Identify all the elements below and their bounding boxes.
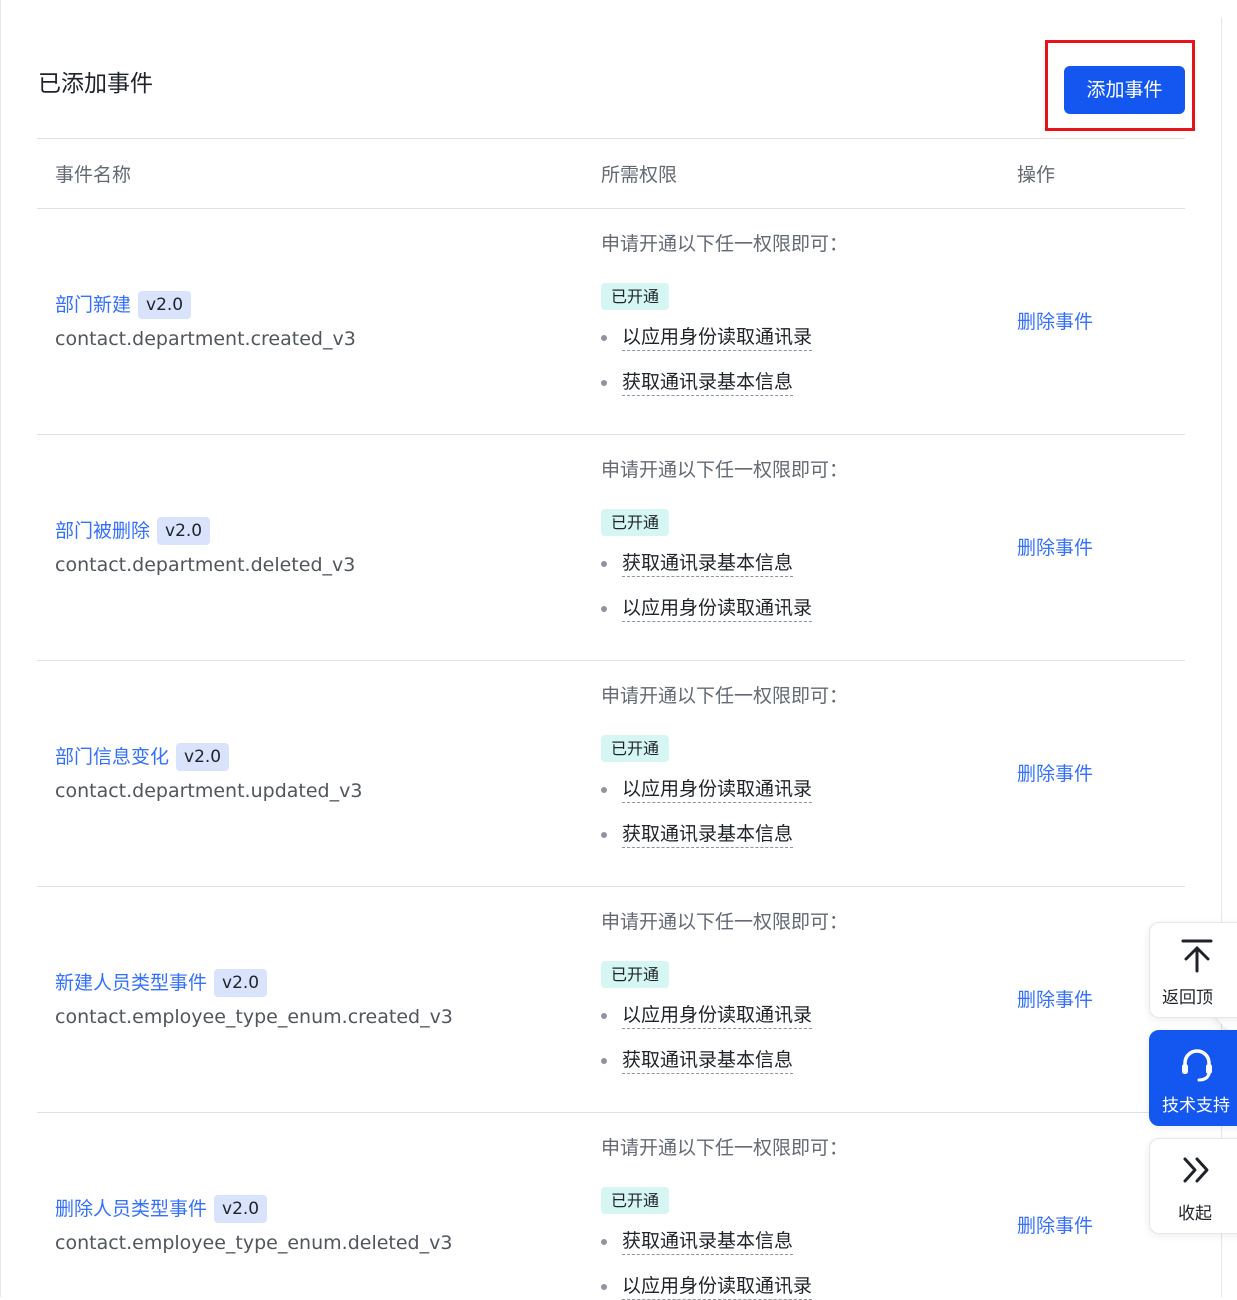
delete-event-link[interactable]: 删除事件: [1017, 760, 1093, 788]
permission-link[interactable]: 以应用身份读取通讯录: [622, 1002, 813, 1029]
permission-hint: 申请开通以下任一权限即可：: [601, 233, 849, 255]
event-name-link[interactable]: 部门信息变化: [55, 743, 169, 771]
permission-hint: 申请开通以下任一权限即可：: [601, 911, 849, 933]
table-row: 删除人员类型事件 v2.0 contact.employee_type_enum…: [0, 1113, 1221, 1300]
event-name-cell: 部门新建 v2.0: [55, 291, 192, 319]
bullet-icon: [601, 560, 607, 567]
version-badge: v2.0: [214, 969, 268, 997]
bullet-icon: [601, 1238, 607, 1245]
permission-hint: 申请开通以下任一权限即可：: [601, 459, 849, 481]
collapse-button[interactable]: 收起: [1149, 1138, 1237, 1234]
status-badge: 已开通: [601, 961, 670, 988]
status-badge: 已开通: [601, 509, 670, 536]
header-permission: 所需权限: [601, 164, 678, 186]
bullet-icon: [601, 334, 607, 341]
permission-item: 获取通讯录基本信息: [601, 550, 794, 577]
permission-item: 以应用身份读取通讯录: [601, 1002, 813, 1029]
double-chevron-right-icon: [1183, 1157, 1209, 1183]
bullet-icon: [601, 379, 607, 386]
delete-event-link[interactable]: 删除事件: [1017, 534, 1093, 562]
event-name-cell: 删除人员类型事件 v2.0: [55, 1195, 268, 1223]
status-badge: 已开通: [601, 735, 670, 762]
table-row: 部门信息变化 v2.0 contact.department.updated_v…: [0, 661, 1221, 887]
bullet-icon: [601, 1283, 607, 1290]
bullet-icon: [601, 831, 607, 838]
event-key: contact.employee_type_enum.created_v3: [55, 1006, 453, 1028]
table-row: 部门新建 v2.0 contact.department.created_v3 …: [0, 209, 1221, 435]
permission-item: 获取通讯录基本信息: [601, 369, 794, 396]
header-event-name: 事件名称: [55, 164, 132, 186]
event-name-cell: 部门被删除 v2.0: [55, 517, 211, 545]
headset-icon: [1182, 1049, 1212, 1082]
event-name-link[interactable]: 部门被删除: [55, 517, 150, 545]
delete-event-link[interactable]: 删除事件: [1017, 1212, 1093, 1240]
status-badge: 已开通: [601, 283, 670, 310]
arrow-up-to-line-icon: [1181, 939, 1213, 973]
event-key: contact.department.deleted_v3: [55, 554, 356, 576]
back-to-top-label: 返回顶: [1162, 988, 1213, 1008]
permission-link[interactable]: 以应用身份读取通讯录: [622, 324, 813, 351]
back-to-top-button[interactable]: 返回顶: [1149, 922, 1237, 1018]
permission-link[interactable]: 以应用身份读取通讯录: [622, 1273, 813, 1300]
bullet-icon: [601, 1012, 607, 1019]
event-name-link[interactable]: 新建人员类型事件: [55, 969, 207, 997]
permission-link[interactable]: 获取通讯录基本信息: [622, 821, 794, 848]
permission-hint: 申请开通以下任一权限即可：: [601, 685, 849, 707]
table-row: 部门被删除 v2.0 contact.department.deleted_v3…: [0, 435, 1221, 661]
permission-item: 获取通讯录基本信息: [601, 821, 794, 848]
permission-item: 以应用身份读取通讯录: [601, 324, 813, 351]
bullet-icon: [601, 786, 607, 793]
event-name-link[interactable]: 删除人员类型事件: [55, 1195, 207, 1223]
collapse-label: 收起: [1178, 1204, 1212, 1224]
permission-item: 以应用身份读取通讯录: [601, 776, 813, 803]
permission-item: 以应用身份读取通讯录: [601, 595, 813, 622]
event-name-link[interactable]: 部门新建: [55, 291, 131, 319]
event-key: contact.department.updated_v3: [55, 780, 363, 802]
permission-link[interactable]: 获取通讯录基本信息: [622, 1047, 794, 1074]
table-row: 新建人员类型事件 v2.0 contact.employee_type_enum…: [0, 887, 1221, 1113]
version-badge: v2.0: [214, 1195, 268, 1223]
permission-link[interactable]: 获取通讯录基本信息: [622, 369, 794, 396]
delete-event-link[interactable]: 删除事件: [1017, 986, 1093, 1014]
permission-item: 获取通讯录基本信息: [601, 1047, 794, 1074]
version-badge: v2.0: [157, 517, 211, 545]
table-top-divider: [37, 138, 1185, 139]
version-badge: v2.0: [138, 291, 192, 319]
tech-support-button[interactable]: 技术支持: [1149, 1030, 1237, 1126]
permission-link[interactable]: 获取通讯录基本信息: [622, 1228, 794, 1255]
section-title: 已添加事件: [38, 71, 153, 97]
event-key: contact.employee_type_enum.deleted_v3: [55, 1232, 453, 1254]
permission-link[interactable]: 以应用身份读取通讯录: [622, 595, 813, 622]
bullet-icon: [601, 1057, 607, 1064]
permission-link[interactable]: 获取通讯录基本信息: [622, 550, 794, 577]
bullet-icon: [601, 605, 607, 612]
permission-item: 获取通讯录基本信息: [601, 1228, 794, 1255]
permission-link[interactable]: 以应用身份读取通讯录: [622, 776, 813, 803]
delete-event-link[interactable]: 删除事件: [1017, 308, 1093, 336]
version-badge: v2.0: [176, 743, 230, 771]
header-action: 操作: [1017, 164, 1056, 186]
tech-support-label: 技术支持: [1162, 1096, 1230, 1116]
event-name-cell: 新建人员类型事件 v2.0: [55, 969, 268, 997]
event-key: contact.department.created_v3: [55, 328, 356, 350]
status-badge: 已开通: [601, 1187, 670, 1214]
add-event-button[interactable]: 添加事件: [1064, 66, 1185, 114]
permission-item: 以应用身份读取通讯录: [601, 1273, 813, 1300]
event-name-cell: 部门信息变化 v2.0: [55, 743, 230, 771]
permission-hint: 申请开通以下任一权限即可：: [601, 1137, 849, 1159]
